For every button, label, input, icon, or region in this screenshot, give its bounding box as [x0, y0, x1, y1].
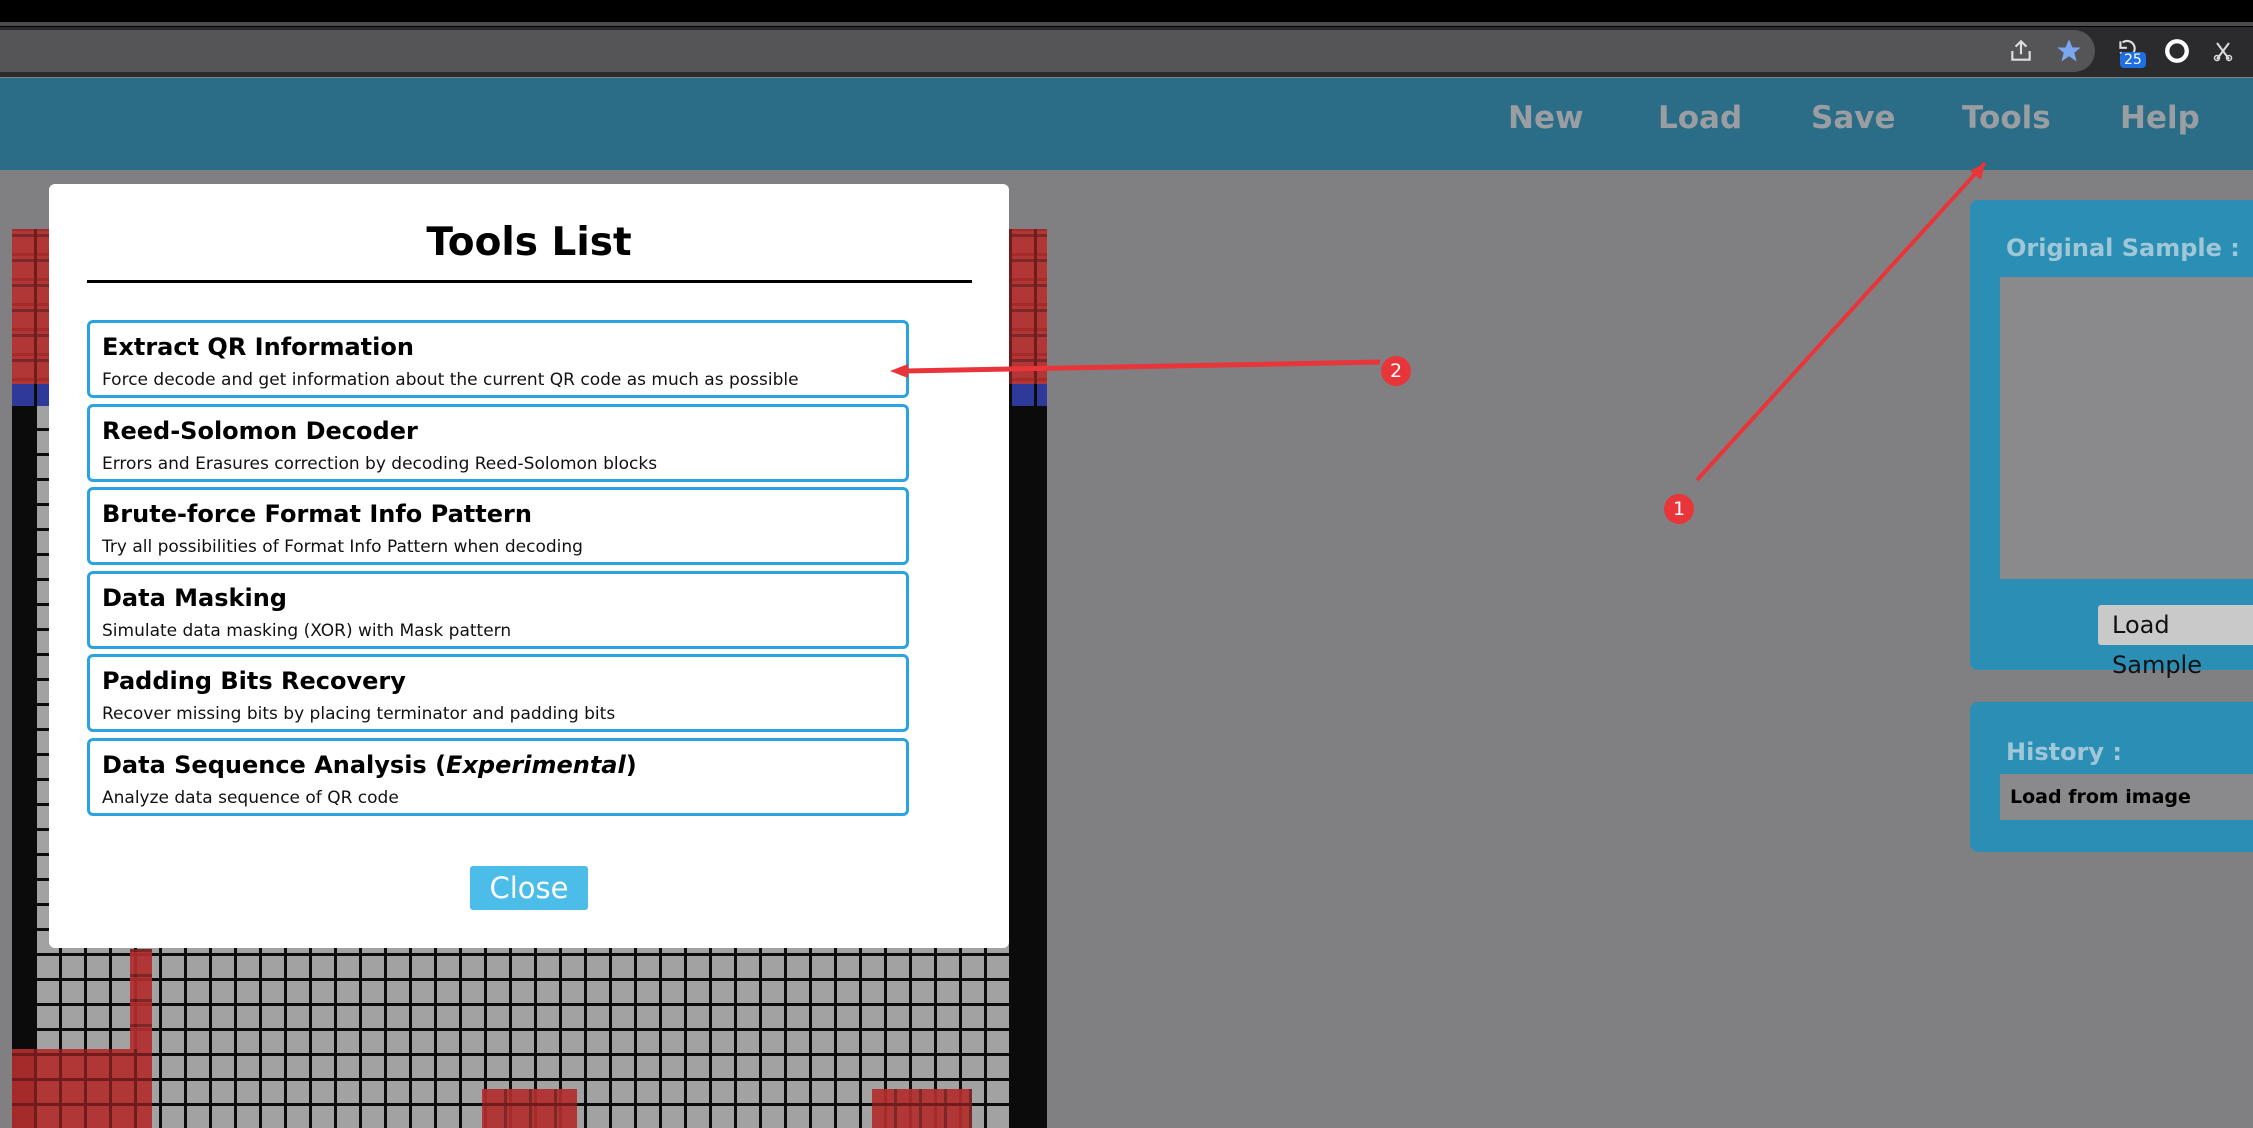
annotation-marker-1: 1	[1664, 494, 1694, 524]
annotation-arrowhead-2	[890, 364, 908, 378]
annotation-arrow-2	[904, 359, 1381, 374]
annotation-marker-2: 2	[1381, 356, 1411, 386]
annotation-arrow-1	[1695, 161, 1987, 482]
annotation-overlay	[890, 161, 1987, 482]
